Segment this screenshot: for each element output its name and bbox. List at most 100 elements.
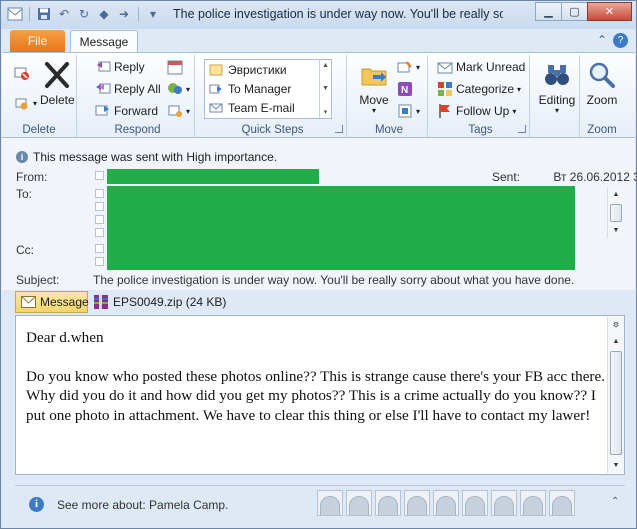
editing-group: Editing ▾ — [534, 55, 580, 137]
flag-icon — [437, 103, 453, 119]
scroll-down-icon[interactable]: ▼ — [608, 224, 624, 238]
sent-date: Вт 26.06.2012 3:29 — [553, 170, 637, 184]
recipients-scrollbar[interactable]: ▲ ▼ — [607, 188, 624, 238]
avatar[interactable] — [520, 490, 546, 516]
tab-file[interactable]: File — [10, 30, 65, 52]
meeting-button[interactable] — [167, 59, 183, 75]
expand-people-pane-icon[interactable]: ⌃ — [611, 496, 619, 507]
outlook-message-window: ↶ ↻ ◆ ➜ ▾ The police investigation is un… — [0, 0, 637, 529]
cleanup-button[interactable]: ▾ — [14, 95, 37, 111]
minimize-ribbon-icon[interactable]: ⌃ — [597, 33, 607, 48]
redo-icon[interactable]: ↻ — [76, 6, 92, 22]
zoom-group: Zoom Zoom — [582, 55, 622, 137]
see-more-about[interactable]: See more about: Pamela Camp. — [57, 498, 228, 512]
im-button[interactable]: ▾ — [167, 81, 190, 97]
categorize-button[interactable]: Categorize ▾ — [437, 81, 521, 97]
view-options-icon[interactable]: ⚙ — [608, 319, 624, 333]
quick-access-toolbar: ↶ ↻ ◆ ➜ ▾ — [7, 6, 161, 22]
quick-step-label: To Manager — [228, 81, 292, 96]
window-title: The police investigation is under way no… — [173, 7, 503, 21]
actions-button[interactable]: ▾ — [397, 103, 420, 119]
editing-button[interactable]: Editing ▾ — [536, 59, 578, 115]
scroll-thumb[interactable] — [610, 204, 622, 222]
outlook-app-icon[interactable] — [7, 6, 23, 22]
attachment-bar: Message EPS0049.zip (24 KB) — [15, 291, 625, 313]
tags-group: Mark Unread Categorize ▾ Follow Up ▾ Tag… — [432, 55, 530, 137]
message-header: i This message was sent with High import… — [2, 138, 637, 290]
follow-up-button[interactable]: Follow Up ▾ — [437, 103, 516, 119]
avatar[interactable] — [375, 490, 401, 516]
quick-step-item[interactable]: Team E-mail — [205, 98, 331, 117]
window-controls: ▁ ▢ ✕ — [535, 2, 632, 21]
chevron-down-icon: ▾ — [371, 106, 376, 115]
avatar[interactable] — [462, 490, 488, 516]
scroll-up-icon[interactable]: ▲ — [608, 188, 624, 202]
delete-button[interactable]: Delete — [40, 59, 75, 107]
rules-button[interactable]: ▾ — [397, 59, 420, 75]
recipient-presence-indicator — [95, 228, 104, 237]
mark-unread-label: Mark Unread — [456, 60, 526, 74]
avatar[interactable] — [549, 490, 575, 516]
attachment-name: EPS0049.zip (24 KB) — [113, 295, 227, 309]
importance-notice: i This message was sent with High import… — [16, 150, 277, 164]
recipient-presence-indicator — [95, 189, 104, 198]
tab-message[interactable]: Message — [70, 30, 138, 53]
move-folder-icon — [358, 59, 390, 91]
scroll-up-icon[interactable]: ▲ — [322, 62, 329, 69]
avatar[interactable] — [491, 490, 517, 516]
magnifier-icon — [586, 59, 618, 91]
expand-gallery-icon[interactable]: ▾ — [324, 108, 328, 116]
onenote-button[interactable]: N — [397, 81, 413, 97]
respond-group-label: Respond — [114, 124, 161, 136]
close-button[interactable]: ✕ — [587, 2, 632, 21]
message-body-text[interactable]: Dear d.when Do you know who posted these… — [26, 328, 606, 444]
avatar[interactable] — [404, 490, 430, 516]
quick-steps-scroll[interactable]: ▲ ▼ ▾ — [319, 60, 331, 118]
previous-item-icon[interactable]: ◆ — [96, 6, 112, 22]
reply-button[interactable]: Reply — [95, 59, 145, 75]
categorize-label: Categorize — [456, 82, 515, 96]
cleanup-icon — [14, 95, 30, 111]
onenote-icon: N — [397, 81, 413, 97]
zip-archive-icon — [93, 294, 109, 310]
more-icon — [167, 103, 183, 119]
message-view-tab[interactable]: Message — [15, 291, 89, 313]
body-scrollbar[interactable]: ⚙ ▲ ▼ — [607, 317, 624, 473]
avatar[interactable] — [317, 490, 343, 516]
zoom-group-label: Zoom — [587, 124, 617, 136]
quick-step-label: Эвристики — [228, 62, 287, 77]
next-item-icon[interactable]: ➜ — [116, 6, 132, 22]
maximize-button[interactable]: ▢ — [561, 2, 588, 21]
scroll-down-icon[interactable]: ▼ — [322, 85, 329, 92]
toolbar-separator — [29, 7, 30, 21]
quick-step-item[interactable]: To Manager — [205, 79, 331, 98]
mark-unread-button[interactable]: Mark Unread — [437, 59, 525, 75]
minimize-button[interactable]: ▁ — [535, 2, 562, 21]
customize-toolbar-icon[interactable]: ▾ — [145, 6, 161, 22]
avatar[interactable] — [346, 490, 372, 516]
help-icon[interactable]: ? — [613, 33, 628, 48]
rules-icon — [397, 59, 413, 75]
contact-avatars — [317, 490, 575, 516]
reply-all-button[interactable]: Reply All — [95, 81, 161, 97]
message-body[interactable]: Dear d.when Do you know who posted these… — [15, 315, 625, 475]
actions-icon — [397, 103, 413, 119]
forward-label: Forward — [114, 104, 159, 118]
more-respond-button[interactable]: ▾ — [167, 103, 190, 119]
scroll-thumb[interactable] — [610, 351, 622, 455]
avatar[interactable] — [433, 490, 459, 516]
sent-label: Sent: — [492, 170, 521, 184]
ignore-button[interactable] — [14, 65, 30, 81]
delete-group: ▾ Delete Delete — [2, 55, 77, 137]
to-manager-icon — [208, 81, 224, 97]
zoom-button[interactable]: Zoom — [582, 59, 622, 107]
move-button[interactable]: Move ▾ — [355, 59, 393, 115]
scroll-up-icon[interactable]: ▲ — [608, 335, 624, 349]
save-icon[interactable] — [36, 6, 52, 22]
scroll-down-icon[interactable]: ▼ — [608, 459, 624, 473]
info-icon: i — [29, 497, 44, 512]
undo-icon[interactable]: ↶ — [56, 6, 72, 22]
quick-step-item[interactable]: Эвристики — [205, 60, 331, 79]
forward-button[interactable]: Forward — [95, 103, 158, 119]
attachment-file[interactable]: EPS0049.zip (24 KB) — [93, 291, 226, 313]
